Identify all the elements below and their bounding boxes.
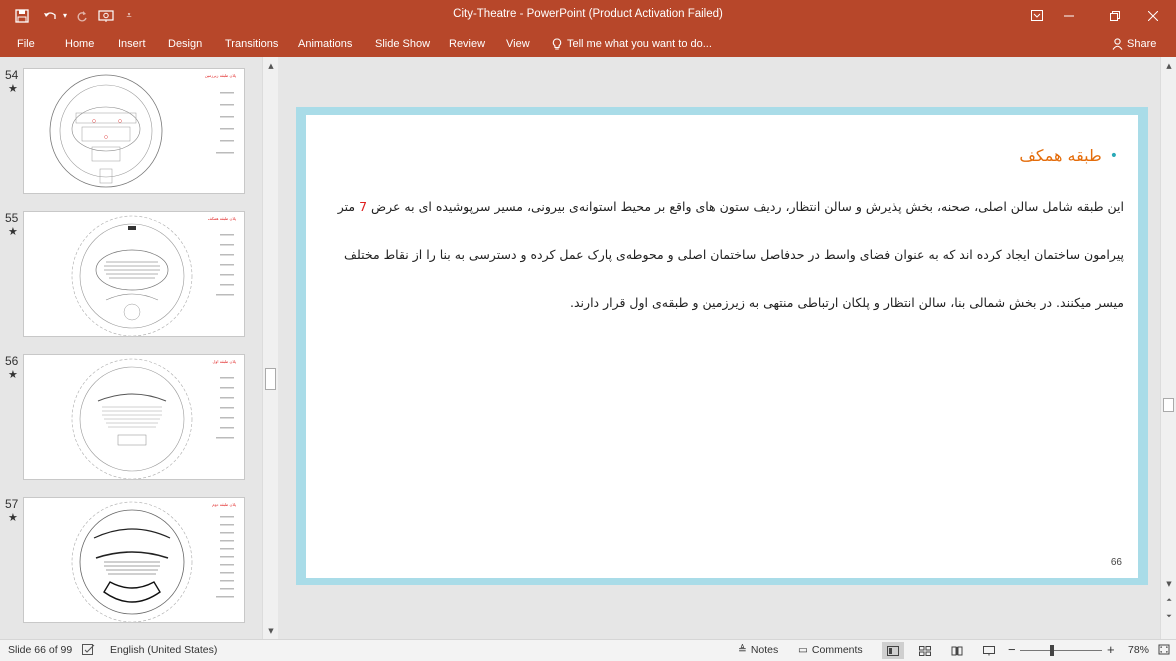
floor-plan-image: [49, 74, 234, 188]
thumbnail-number: 56: [5, 354, 19, 368]
reading-view-icon[interactable]: [946, 642, 968, 659]
animation-star-icon: ★: [8, 511, 18, 524]
body-line-1[interactable]: این طبقه شامل سالن اصلی، صحنه، بخش پذیرش…: [338, 199, 1124, 214]
normal-view-icon[interactable]: [882, 642, 904, 659]
close-button[interactable]: [1130, 0, 1176, 31]
thumbnail-slide-57[interactable]: 57 ★ پلان طبقه دوم: [0, 497, 262, 627]
title-bar: ▾ ⩡ City-Theatre - PowerPoint (Product A…: [0, 0, 1176, 31]
thumbnail-preview[interactable]: پلان طبقه زیرزمین: [23, 68, 245, 194]
slide-indicator[interactable]: Slide 66 of 99: [8, 644, 72, 656]
heading-text: طبقه همکف: [1019, 146, 1102, 165]
share-button[interactable]: Share: [1112, 34, 1156, 54]
thumbnail-slide-55[interactable]: 55 ★ پلان طبقه همکف: [0, 211, 262, 341]
thumbnail-number: 57: [5, 497, 19, 511]
scroll-up-icon[interactable]: ▲: [265, 60, 277, 72]
tab-home[interactable]: Home: [65, 34, 94, 54]
slide-page-number: 66: [1110, 557, 1122, 568]
width-number: 7: [359, 199, 368, 214]
floor-plan-image: [71, 215, 234, 336]
scrollbar-thumb[interactable]: [265, 368, 276, 390]
floor-plan-image: [71, 358, 234, 479]
thumbnail-preview[interactable]: پلان طبقه همکف: [23, 211, 245, 337]
comments-label: Comments: [811, 644, 863, 656]
ribbon-tab-bar: File Home Insert Design Transitions Anim…: [0, 31, 1176, 57]
person-icon: [1112, 38, 1123, 50]
language-indicator[interactable]: English (United States): [110, 644, 217, 656]
tab-slide-show[interactable]: Slide Show: [375, 34, 430, 54]
thumbnail-preview[interactable]: پلان طبقه اول: [23, 354, 245, 480]
tab-review[interactable]: Review: [449, 34, 485, 54]
tab-file[interactable]: File: [17, 34, 35, 54]
notes-button[interactable]: ≜ Notes: [738, 644, 778, 656]
slide-heading[interactable]: • طبقه همکف: [1019, 146, 1118, 165]
next-slide-icon[interactable]: ⏷: [1163, 610, 1175, 622]
animation-star-icon: ★: [8, 225, 18, 238]
comments-button[interactable]: ▭ Comments: [798, 644, 863, 656]
status-bar: Slide 66 of 99 English (United States) ≜…: [0, 639, 1176, 661]
notes-label: Notes: [750, 644, 779, 656]
body-line-3[interactable]: میسر میکنند. در بخش شمالی بنا، سالن انتظ…: [570, 295, 1124, 310]
slide-scrollbar[interactable]: ▲ ▼ ⏶ ⏷: [1160, 57, 1176, 639]
body-line-2[interactable]: پیرامون ساختمان ایجاد کرده اند که به عنو…: [344, 247, 1124, 262]
thumbnail-slide-56[interactable]: 56 ★ پلان طبقه اول: [0, 354, 262, 484]
notes-icon: ≜: [738, 644, 747, 656]
bullet-icon: •: [1109, 147, 1118, 164]
tab-view[interactable]: View: [506, 34, 530, 54]
scrollbar-thumb[interactable]: [1163, 398, 1174, 412]
zoom-in-icon[interactable]: +: [1107, 642, 1115, 657]
tab-animations[interactable]: Animations: [298, 34, 352, 54]
lightbulb-icon: [552, 37, 562, 49]
animation-star-icon: ★: [8, 82, 18, 95]
slide-thumbnail-pane[interactable]: 54 ★ پلان طبقه زیرزمین 55 ★ پلان طبقه هم…: [0, 57, 278, 639]
scroll-down-icon[interactable]: ▼: [1163, 578, 1175, 590]
body-text: متر: [337, 199, 360, 214]
thumbnail-slide-54[interactable]: 54 ★ پلان طبقه زیرزمین: [0, 68, 262, 198]
current-slide[interactable]: • طبقه همکف این طبقه شامل سالن اصلی، صحن…: [306, 115, 1138, 578]
scroll-down-icon[interactable]: ▼: [265, 625, 277, 637]
slide-show-icon[interactable]: [978, 642, 1000, 659]
tab-transitions[interactable]: Transitions: [225, 34, 278, 54]
zoom-slider-handle[interactable]: [1050, 645, 1054, 656]
zoom-out-icon[interactable]: −: [1008, 642, 1016, 657]
comment-icon: ▭: [798, 644, 808, 656]
floor-plan-image: [71, 501, 234, 622]
thumbnail-number: 55: [5, 211, 19, 225]
window-title: City-Theatre - PowerPoint (Product Activ…: [453, 8, 723, 20]
slide-sorter-icon[interactable]: [914, 642, 936, 659]
thumbnail-scrollbar[interactable]: ▲ ▼: [262, 57, 278, 639]
zoom-level[interactable]: 78%: [1128, 644, 1149, 656]
scroll-up-icon[interactable]: ▲: [1163, 60, 1175, 72]
tab-design[interactable]: Design: [168, 34, 202, 54]
body-text: این طبقه شامل سالن اصلی، صحنه، بخش پذیرش…: [367, 199, 1124, 214]
animation-star-icon: ★: [8, 368, 18, 381]
share-label: Share: [1127, 38, 1157, 50]
previous-slide-icon[interactable]: ⏶: [1163, 594, 1175, 606]
thumbnail-number: 54: [5, 68, 19, 82]
thumbnail-preview[interactable]: پلان طبقه دوم: [23, 497, 245, 623]
tell-me-search[interactable]: Tell me what you want to do...: [552, 34, 712, 54]
spell-check-icon[interactable]: [82, 644, 95, 656]
tell-me-text: Tell me what you want to do...: [567, 38, 712, 50]
tab-insert[interactable]: Insert: [118, 34, 146, 54]
fit-slide-icon[interactable]: [1158, 644, 1170, 655]
zoom-slider-track[interactable]: [1020, 650, 1102, 651]
minimize-button[interactable]: [1046, 0, 1092, 31]
